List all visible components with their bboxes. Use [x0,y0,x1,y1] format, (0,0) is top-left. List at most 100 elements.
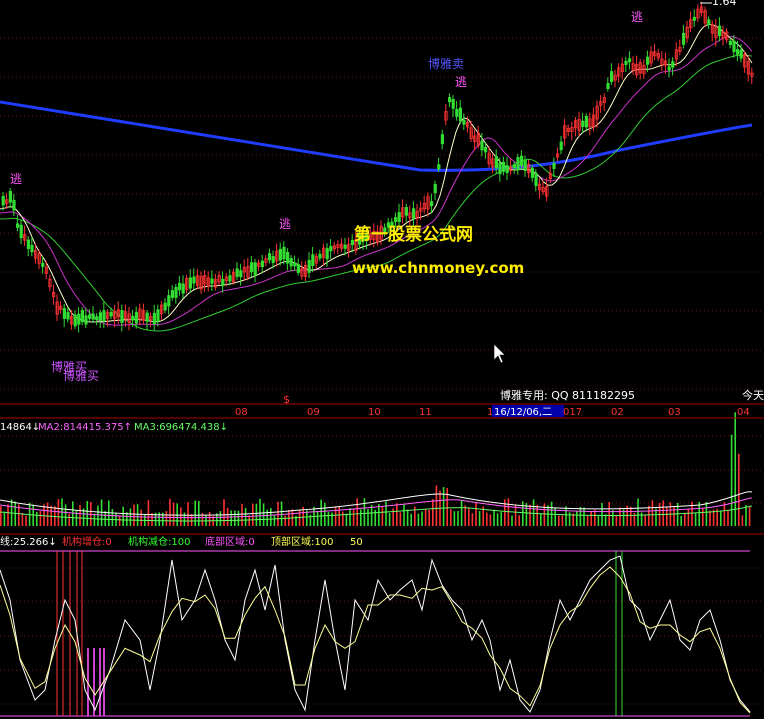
stock-chart: 逃 逃 逃 逃 博雅卖 博雅买 博雅买 1.64 第一股票公式网 www.chn… [0,0,764,717]
volume-bar [748,507,751,526]
volume-legend-ma3: MA3:696474.438↓ [134,422,228,433]
candle-body [91,313,95,320]
dollar-marker: $ [283,393,290,406]
volume-legend-value: 14864↓ [0,422,40,433]
candle-body [480,140,484,151]
candle-body [584,116,589,128]
candle-body [646,56,650,65]
volume-bar [241,503,243,526]
candle-body [177,282,182,291]
candle-body [249,262,254,273]
volume-bar [180,507,182,526]
volume-bar [637,498,639,526]
volume-bar [183,512,186,526]
candle-body [462,119,466,125]
volume-bar [486,512,488,526]
signal-escape-label: 逃 [455,75,467,89]
candle-body [728,40,733,46]
candle-body [732,40,736,53]
volume-bar [187,502,189,526]
volume-bar [248,515,250,526]
candle-body [15,223,20,228]
candle-body [311,254,315,267]
volume-bar [651,500,654,526]
volume-bar [489,514,492,526]
candle-body [293,262,297,267]
signal-escape-label: 逃 [279,217,291,231]
volume-bar [234,510,236,526]
candle-body [163,302,167,311]
volume-bar [72,501,74,526]
volume-bar [500,511,502,526]
signal-buy-label: 博雅买 [63,368,99,383]
candle-body [84,315,88,325]
volume-bar [327,511,330,526]
high-price-label: 1.64 [712,0,737,8]
volume-bar [680,515,682,526]
candle-body [447,97,452,103]
volume-bar [612,510,614,526]
volume-bar [219,511,222,526]
volume-bar [475,501,477,526]
candle-body [451,99,455,109]
volume-bar [237,510,240,526]
candle-body [1,195,5,206]
volume-bar [39,511,42,526]
candle-body [30,244,34,253]
volume-bar [536,505,538,526]
candle-body [516,157,520,171]
volume-bar [464,505,466,526]
volume-bar [147,500,150,526]
indicator-legend-decrease: 机构减仓:100 [128,535,190,548]
volume-bar [136,504,139,526]
axis-tick-label: 08 [235,407,248,418]
volume-bar [36,512,38,526]
candle-body [228,275,232,282]
volume-bar [417,513,420,526]
volume-bar [190,514,193,526]
volume-bar [547,505,549,526]
volume-bar [514,505,517,526]
volume-bar [432,499,434,526]
axis-tick-label: 017 [563,407,582,418]
volume-bar [129,508,132,526]
signal-sell-label: 博雅卖 [428,56,464,71]
axis-tick-label: 03 [668,407,681,418]
volume-bar [540,514,542,526]
volume-bar [259,498,261,526]
candle-body [736,49,740,55]
ma-mid-line [0,54,753,332]
volume-bar [316,511,319,526]
candle-body [325,248,329,260]
volume-bar [7,504,9,526]
candle-body [440,134,445,145]
price-panel [0,1,754,333]
candle-body [271,256,275,263]
candle-body [181,283,185,294]
volume-bar [320,499,322,526]
volume-bar [68,514,70,526]
candle-body [692,16,697,21]
axis-tick-label: 09 [307,407,320,418]
volume-bar [468,507,470,526]
mouse-pointer-icon [493,343,506,364]
candle-body [192,276,196,284]
candle-body [433,183,437,194]
candle-body [80,309,84,323]
ma-long-line [0,100,753,172]
volume-bar [324,502,326,526]
volume-bar [277,501,279,526]
volume-bar [630,506,632,526]
volume-bar [579,506,582,526]
cursor-date-label: 16/12/06,二 [494,407,552,418]
volume-bar [450,509,452,526]
volume-bar [532,499,535,526]
candle-body [120,310,124,323]
volume-bar [388,513,391,526]
volume-bar [140,509,142,526]
candle-body [624,60,628,65]
volume-bar [511,515,513,526]
indicator-legend-increase: 机构增仓:0 [62,535,112,548]
volume-bar [356,498,358,526]
indicator-legend-line: 线:25.266↓ [0,535,57,548]
